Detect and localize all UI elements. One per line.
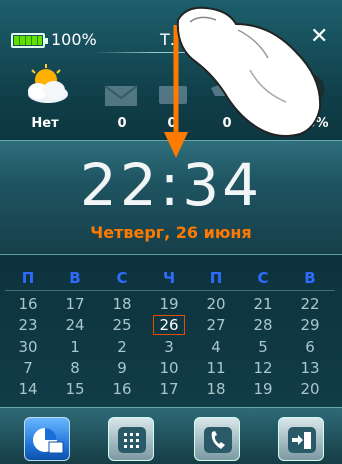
phone-button[interactable]: [194, 417, 240, 461]
battery-percent: 100%: [51, 30, 97, 49]
signal-icon[interactable]: [292, 72, 326, 106]
exit-icon: [288, 427, 316, 453]
phone-icon: [204, 427, 232, 453]
calendar-day[interactable]: 5: [243, 338, 283, 356]
calendar-app-icon: [33, 428, 64, 454]
calendar-day[interactable]: 29: [290, 316, 330, 334]
widgets-row: Нет 0 0 0 80%: [0, 58, 342, 140]
calendar-day[interactable]: 18: [102, 295, 142, 313]
clock-time: 22:34: [79, 151, 263, 219]
calendar-divider: [5, 290, 335, 291]
divider: [92, 52, 302, 53]
calendar-day[interactable]: 10: [149, 359, 189, 377]
calendar-day[interactable]: 15: [55, 380, 95, 398]
battery-icon: [11, 33, 48, 48]
weather-sun-cloud-icon[interactable]: [22, 64, 72, 106]
signal-percent: 80%: [297, 116, 329, 131]
email-icon[interactable]: [101, 80, 141, 110]
calendar-day[interactable]: 24: [55, 316, 95, 334]
calendar-day[interactable]: 3: [149, 338, 189, 356]
sms-count: 0: [167, 116, 177, 131]
weekday: С: [116, 269, 128, 287]
calendar-day[interactable]: 17: [55, 295, 95, 313]
calendar-day[interactable]: 12: [243, 359, 283, 377]
clock-date: Четверг, 26 июня: [90, 223, 252, 242]
calendar-day[interactable]: 16: [102, 380, 142, 398]
clock-panel[interactable]: 22:34 Четверг, 26 июня: [0, 140, 342, 255]
weekday: П: [209, 269, 223, 287]
calendar-day[interactable]: 19: [243, 380, 283, 398]
calendar-day[interactable]: 8: [55, 359, 95, 377]
calendar-day[interactable]: 13: [290, 359, 330, 377]
calendar-day[interactable]: 18: [196, 380, 236, 398]
sms-icon[interactable]: [155, 80, 191, 110]
calendar-day[interactable]: 11: [196, 359, 236, 377]
calendar-day[interactable]: 4: [196, 338, 236, 356]
calendar[interactable]: П В С Ч П С В 16 17 18 19 20 21 22 23 24…: [0, 265, 342, 405]
calendar-day[interactable]: 17: [149, 380, 189, 398]
calendar-day[interactable]: 1: [55, 338, 95, 356]
status-text: Т... ючен: [160, 30, 234, 49]
calendar-day[interactable]: 21: [243, 295, 283, 313]
email-count: 0: [117, 116, 127, 131]
calendar-day[interactable]: 20: [290, 380, 330, 398]
calendar-day[interactable]: 25: [102, 316, 142, 334]
close-button[interactable]: ✕: [310, 26, 328, 48]
calendar-day[interactable]: 27: [196, 316, 236, 334]
weekday: В: [69, 269, 81, 287]
weekday: П: [21, 269, 35, 287]
calendar-day[interactable]: 23: [8, 316, 48, 334]
calendar-day[interactable]: 14: [8, 380, 48, 398]
weather-label: Нет: [31, 116, 59, 131]
calendar-day[interactable]: 19: [149, 295, 189, 313]
calendar-day[interactable]: 28: [243, 316, 283, 334]
weekday: В: [304, 269, 316, 287]
calendar-day[interactable]: 30: [8, 338, 48, 356]
apps-grid-button[interactable]: [108, 417, 154, 461]
apps-grid-icon: [118, 427, 146, 453]
calendar-app-button[interactable]: [24, 417, 70, 461]
calendar-day[interactable]: 9: [102, 359, 142, 377]
calendar-day[interactable]: 22: [290, 295, 330, 313]
home-screen: 100% Т... ючен ✕ Нет 0 0 0 80% 22:34 Чет…: [0, 0, 342, 464]
calendar-day[interactable]: 6: [290, 338, 330, 356]
weekday: Ч: [162, 269, 176, 287]
calendar-day-today[interactable]: 26: [153, 315, 185, 335]
weekday: С: [257, 269, 269, 287]
calendar-day[interactable]: 20: [196, 295, 236, 313]
calendar-day[interactable]: 16: [8, 295, 48, 313]
exit-button[interactable]: [278, 417, 324, 461]
calendar-day[interactable]: 2: [102, 338, 142, 356]
calendar-day[interactable]: 7: [8, 359, 48, 377]
dock-bar: [0, 407, 342, 464]
missed-call-count: 0: [222, 116, 232, 131]
missed-call-icon[interactable]: [205, 80, 241, 110]
